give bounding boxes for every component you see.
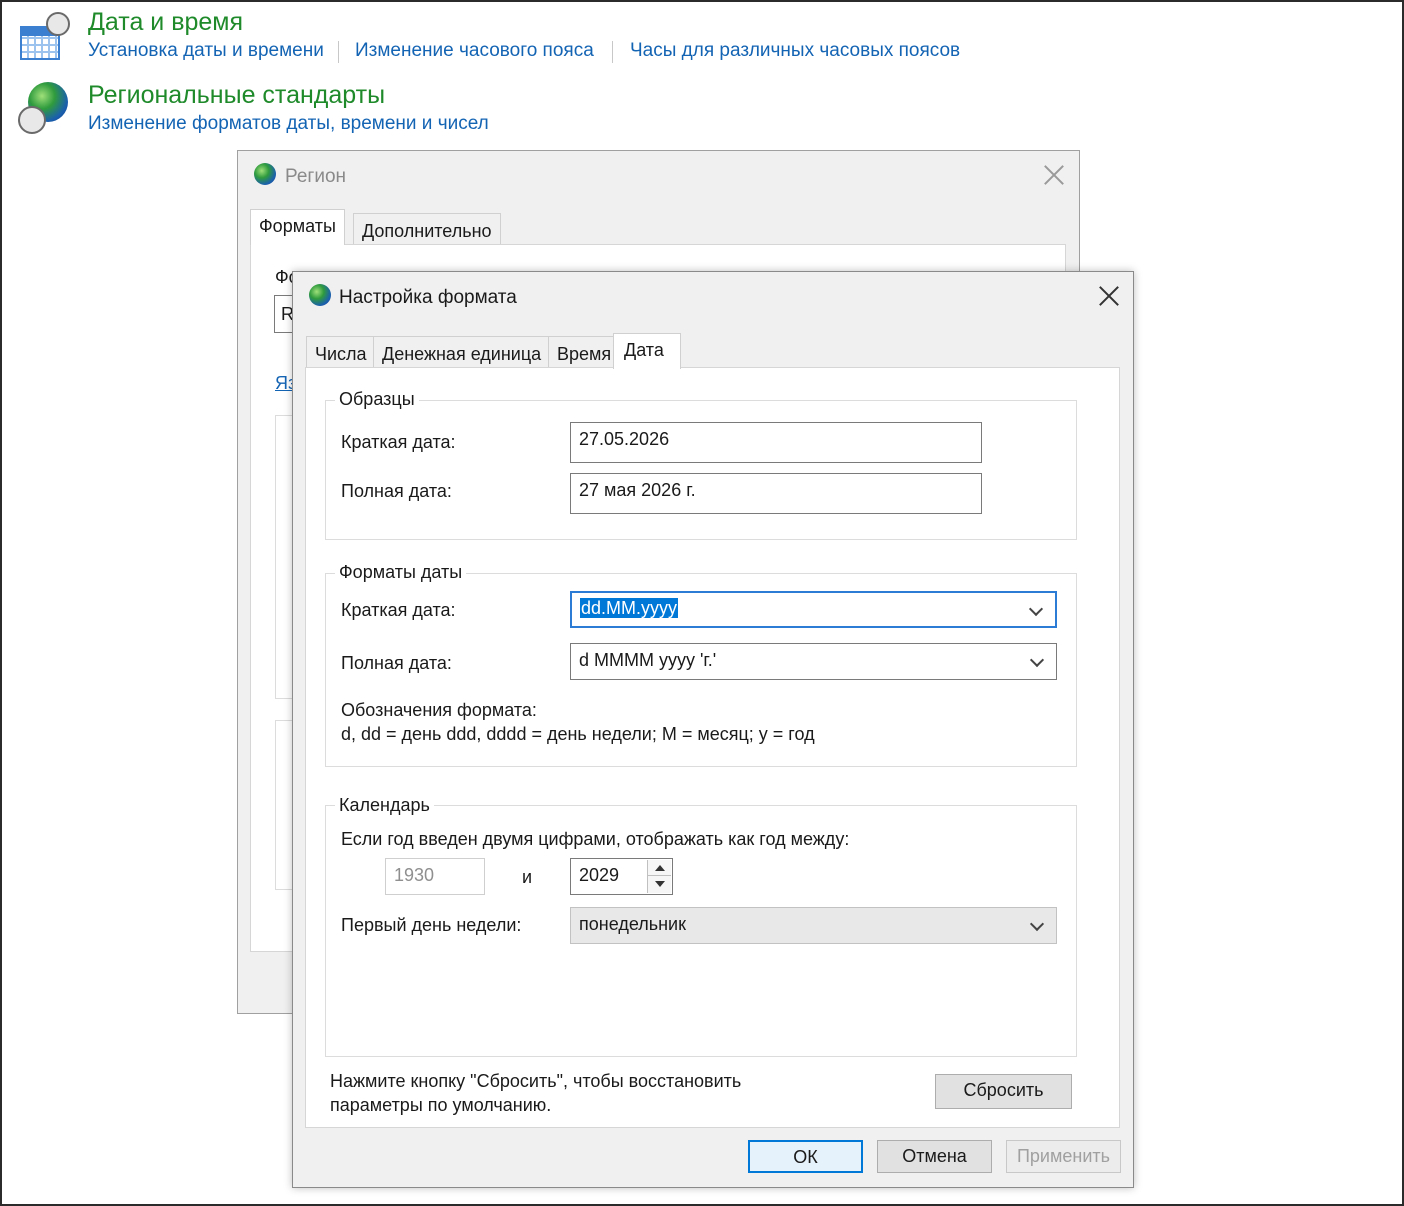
date-formats-legend: Форматы даты [335,562,467,583]
chevron-down-icon[interactable] [1029,916,1045,932]
tab-formats[interactable]: Форматы [250,209,345,245]
link-separator [338,41,339,63]
apply-button[interactable]: Применить [1006,1140,1121,1173]
first-day-combo[interactable]: понедельник [570,907,1057,944]
short-date-format-combo[interactable]: dd.MM.yyyy [570,591,1057,628]
long-date-format-value[interactable]: d MMMM yyyy 'г.' [579,650,716,670]
chevron-down-icon[interactable] [1028,601,1044,617]
cancel-button[interactable]: Отмена [877,1140,992,1173]
sample-short-date-field: 27.05.2026 [570,422,982,463]
samples-legend: Образцы [335,389,419,410]
dialog-close-icon[interactable] [1095,282,1123,310]
additional-clocks-link[interactable]: Часы для различных часовых поясов [630,40,960,62]
year-to-value[interactable]: 2029 [579,865,619,885]
calendar-legend: Календарь [335,795,434,816]
link-separator [612,41,613,63]
tab-additional[interactable]: Дополнительно [353,213,501,245]
date-time-title[interactable]: Дата и время [88,8,243,37]
tab-time[interactable]: Время [548,336,621,368]
sample-short-date-label: Краткая дата: [341,432,456,452]
date-time-icon[interactable] [20,12,70,62]
set-date-time-link[interactable]: Установка даты и времени [88,40,324,62]
long-date-format-label: Полная дата: [341,653,452,673]
sample-long-date-field: 27 мая 2026 г. [570,473,982,514]
date-tab-panel: Образцы Краткая дата: 27.05.2026 Полная … [305,367,1120,1128]
region-window-title: Регион [285,166,347,187]
date-time-category: Дата и время Установка даты и времени Из… [2,2,1002,72]
first-day-label: Первый день недели: [341,915,522,935]
samples-group [325,400,1077,540]
tab-numbers[interactable]: Числа [306,336,376,368]
year-from-field: 1930 [385,858,485,895]
change-formats-link[interactable]: Изменение форматов даты, времени и чисел [88,113,489,135]
format-settings-dialog: Настройка формата Числа Денежная единица… [292,271,1134,1188]
short-date-format-label: Краткая дата: [341,600,456,620]
tab-date[interactable]: Дата [613,333,681,369]
two-digit-year-text: Если год введен двумя цифрами, отображат… [341,829,850,849]
reset-button[interactable]: Сбросить [935,1074,1072,1109]
regional-title[interactable]: Региональные стандарты [88,81,385,110]
spin-down-icon[interactable] [647,876,671,893]
region-globe-icon[interactable] [18,82,72,136]
region-window-icon [254,163,276,185]
regional-category: Региональные стандарты Изменение формато… [2,78,602,142]
ok-button[interactable]: ОК [748,1140,863,1173]
tab-currency[interactable]: Денежная единица [373,336,551,368]
sample-long-date-label: Полная дата: [341,481,452,501]
chevron-down-icon[interactable] [1029,652,1045,668]
dialog-globe-icon [309,284,331,306]
reset-hint-line2: параметры по умолчанию. [330,1095,552,1115]
first-day-value[interactable]: понедельник [579,914,686,934]
notation-title: Обозначения формата: [341,700,537,720]
short-date-format-value[interactable]: dd.MM.yyyy [580,598,679,618]
spin-up-icon[interactable] [647,860,671,876]
change-time-zone-link[interactable]: Изменение часового пояса [355,40,594,62]
and-label: и [522,867,533,887]
reset-hint-line1: Нажмите кнопку "Сбросить", чтобы восстан… [330,1071,742,1091]
region-close-icon[interactable] [1040,161,1068,189]
long-date-format-combo[interactable]: d MMMM yyyy 'г.' [570,643,1057,680]
dialog-title: Настройка формата [339,287,517,308]
notation-text: d, dd = день ddd, dddd = день недели; M … [341,724,815,744]
